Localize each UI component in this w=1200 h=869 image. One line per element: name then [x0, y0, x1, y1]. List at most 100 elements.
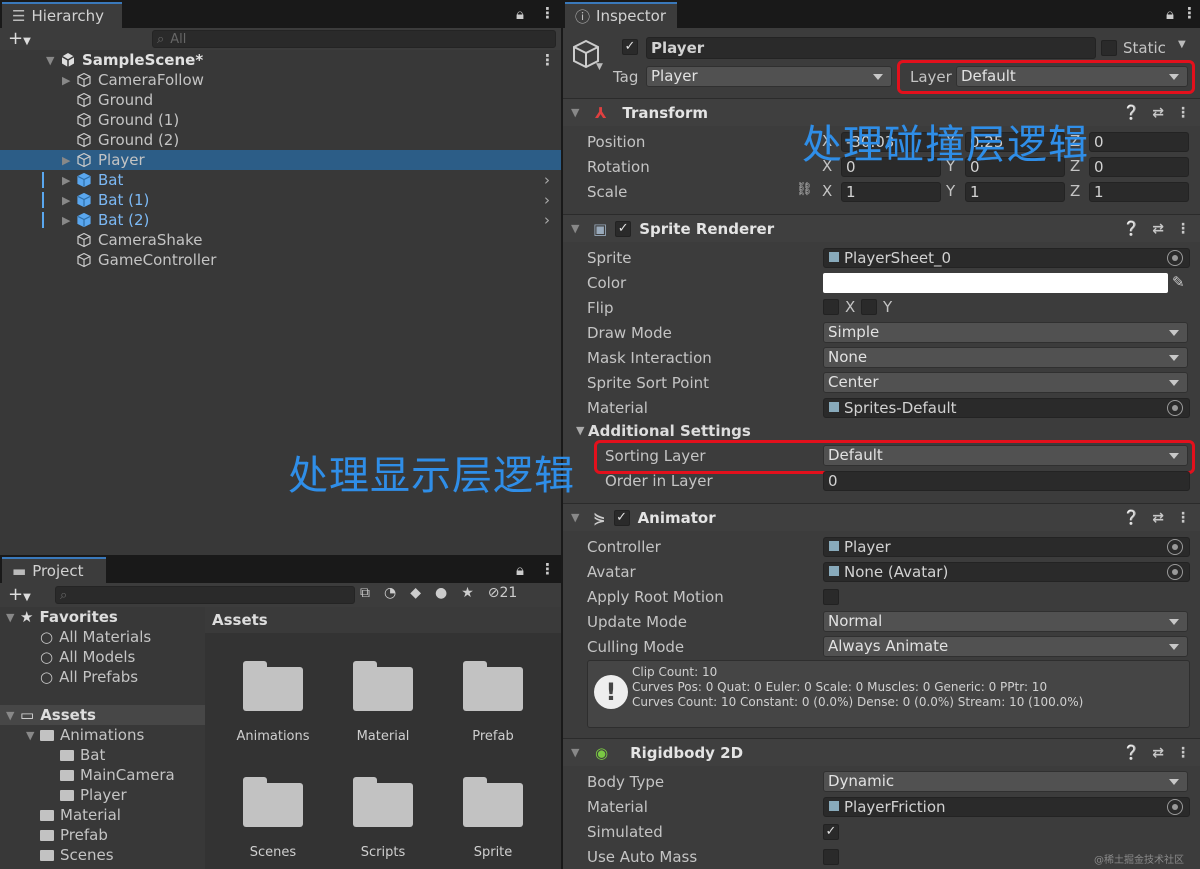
- animator-enabled-checkbox[interactable]: ✓: [613, 509, 630, 526]
- filter-type-icon[interactable]: ◔: [384, 585, 396, 601]
- favorite-item[interactable]: ○ All Materials: [0, 627, 151, 647]
- draw-mode-dropdown[interactable]: Simple: [823, 322, 1188, 343]
- folder-label[interactable]: Scenes: [218, 845, 328, 860]
- folder-icon[interactable]: [243, 661, 303, 711]
- component-menu-icon[interactable]: ⋮: [1176, 510, 1190, 526]
- rotation-z-field[interactable]: 0: [1089, 157, 1189, 177]
- folder-tree-item[interactable]: MainCamera: [0, 765, 175, 785]
- axis-label[interactable]: X: [822, 182, 832, 200]
- label-icon[interactable]: ◆: [410, 585, 421, 601]
- object-picker-icon[interactable]: [1167, 400, 1183, 416]
- hierarchy-item[interactable]: ▶ Player: [0, 150, 561, 170]
- scale-z-field[interactable]: 1: [1089, 182, 1189, 202]
- sprite-renderer-header[interactable]: ▼ ▣ ✓ Sprite Renderer ❔ ⇄ ⋮: [563, 214, 1200, 242]
- object-picker-icon[interactable]: [1167, 799, 1183, 815]
- help-icon[interactable]: ❔: [1123, 105, 1140, 121]
- tag-dropdown[interactable]: Player: [646, 66, 892, 87]
- expand-arrow-icon[interactable]: ▶: [62, 214, 76, 227]
- flip-y-checkbox[interactable]: [861, 299, 877, 315]
- favorite-item[interactable]: ○ All Prefabs: [0, 667, 138, 687]
- scale-x-field[interactable]: 1: [841, 182, 941, 202]
- folder-icon[interactable]: [243, 777, 303, 827]
- sprite-renderer-enabled-checkbox[interactable]: ✓: [615, 220, 632, 237]
- create-button[interactable]: +▼: [8, 584, 31, 605]
- hierarchy-search-input[interactable]: ⌕ All: [152, 30, 556, 48]
- preset-icon[interactable]: ⇄: [1152, 105, 1164, 121]
- animator-header[interactable]: ▼ ⋟ ✓ Animator ❔ ⇄ ⋮: [563, 503, 1200, 531]
- help-icon[interactable]: ❔: [1123, 745, 1140, 761]
- scale-y-field[interactable]: 1: [965, 182, 1065, 202]
- controller-object-field[interactable]: Player: [823, 537, 1190, 557]
- folder-icon[interactable]: [463, 777, 523, 827]
- more-icon[interactable]: ⋮: [540, 4, 555, 22]
- folder-tree-item[interactable]: Prefab: [0, 825, 108, 845]
- expand-arrow-icon[interactable]: ▶: [62, 174, 76, 187]
- scene-more-icon[interactable]: ⋮: [540, 51, 555, 69]
- add-button[interactable]: +▼: [8, 28, 31, 49]
- chevron-right-icon[interactable]: ›: [544, 171, 550, 189]
- simulated-checkbox[interactable]: ✓: [823, 824, 839, 840]
- folder-icon[interactable]: [353, 661, 413, 711]
- folder-label[interactable]: Prefab: [438, 729, 548, 744]
- flip-x-checkbox[interactable]: [823, 299, 839, 315]
- project-search-input[interactable]: ⌕: [55, 586, 355, 604]
- collapse-arrow-icon[interactable]: ▼: [46, 54, 60, 67]
- sprite-object-field[interactable]: PlayerSheet_0: [823, 248, 1190, 268]
- search-window-icon[interactable]: ⧉: [360, 585, 370, 601]
- folder-icon[interactable]: [463, 661, 523, 711]
- folder-label[interactable]: Sprite: [438, 845, 548, 860]
- axis-label[interactable]: Z: [1070, 182, 1080, 200]
- expand-arrow-icon[interactable]: ▶: [62, 194, 76, 207]
- hierarchy-item[interactable]: Ground (1): [0, 110, 561, 130]
- lock-icon[interactable]: 🔒︎: [516, 5, 524, 23]
- culling-mode-dropdown[interactable]: Always Animate: [823, 636, 1188, 657]
- folder-tree-item[interactable]: Material: [0, 805, 121, 825]
- star-icon[interactable]: ★: [461, 585, 474, 601]
- order-in-layer-field[interactable]: 0: [823, 471, 1190, 491]
- help-icon[interactable]: ❔: [1123, 510, 1140, 526]
- hidden-packages-icon[interactable]: ⊘21: [488, 585, 518, 601]
- folder-tree-item[interactable]: Bat: [0, 745, 105, 765]
- color-swatch[interactable]: [823, 273, 1168, 293]
- preset-icon[interactable]: ⇄: [1152, 745, 1164, 761]
- help-icon[interactable]: ❔: [1123, 221, 1140, 237]
- rigidbody2d-header[interactable]: ▼ ◉ Rigidbody 2D ❔ ⇄ ⋮: [563, 738, 1200, 766]
- mask-interaction-dropdown[interactable]: None: [823, 347, 1188, 368]
- warning-filter-icon[interactable]: ●: [435, 585, 447, 601]
- project-lock-icon[interactable]: 🔒︎: [516, 561, 524, 579]
- favorites-row[interactable]: ▼ ★ Favorites: [0, 607, 118, 627]
- use-auto-mass-checkbox[interactable]: [823, 849, 839, 865]
- material-object-field[interactable]: Sprites-Default: [823, 398, 1190, 418]
- folder-tree-item[interactable]: Scenes: [0, 845, 114, 865]
- hierarchy-item[interactable]: ▶ Bat (1) ›: [0, 190, 561, 210]
- eyedropper-icon[interactable]: ✎: [1172, 273, 1185, 291]
- update-mode-dropdown[interactable]: Normal: [823, 611, 1188, 632]
- preset-icon[interactable]: ⇄: [1152, 221, 1164, 237]
- folder-tree-item[interactable]: Player: [0, 785, 127, 805]
- tab-project[interactable]: ▬ Project: [2, 557, 106, 583]
- preset-icon[interactable]: ⇄: [1152, 510, 1164, 526]
- folder-label[interactable]: Scripts: [328, 845, 438, 860]
- inspector-lock-icon[interactable]: 🔒︎: [1166, 5, 1174, 23]
- name-field[interactable]: Player: [646, 37, 1096, 59]
- chevron-right-icon[interactable]: ›: [544, 191, 550, 209]
- folder-label[interactable]: Animations: [218, 729, 328, 744]
- position-z-field[interactable]: 0: [1089, 132, 1189, 152]
- static-dropdown-icon[interactable]: ▼: [1178, 39, 1186, 50]
- favorite-item[interactable]: ○ All Models: [0, 647, 135, 667]
- object-picker-icon[interactable]: [1167, 250, 1183, 266]
- expand-arrow-icon[interactable]: ▶: [62, 154, 76, 167]
- tab-inspector[interactable]: ⓘ Inspector: [565, 2, 677, 28]
- assets-breadcrumb[interactable]: Assets: [205, 607, 561, 633]
- hierarchy-item[interactable]: GameController: [0, 250, 561, 270]
- object-picker-icon[interactable]: [1167, 564, 1183, 580]
- constrain-proportions-icon[interactable]: ⛓: [796, 182, 813, 197]
- material-object-field[interactable]: PlayerFriction: [823, 797, 1190, 817]
- component-menu-icon[interactable]: ⋮: [1176, 221, 1190, 237]
- folder-icon[interactable]: [353, 777, 413, 827]
- inspector-more-icon[interactable]: ⋮: [1182, 4, 1197, 22]
- body-type-dropdown[interactable]: Dynamic: [823, 771, 1188, 792]
- apply-root-motion-checkbox[interactable]: [823, 589, 839, 605]
- expand-arrow-icon[interactable]: ▶: [62, 74, 76, 87]
- hierarchy-item[interactable]: ▶ Bat (2) ›: [0, 210, 561, 230]
